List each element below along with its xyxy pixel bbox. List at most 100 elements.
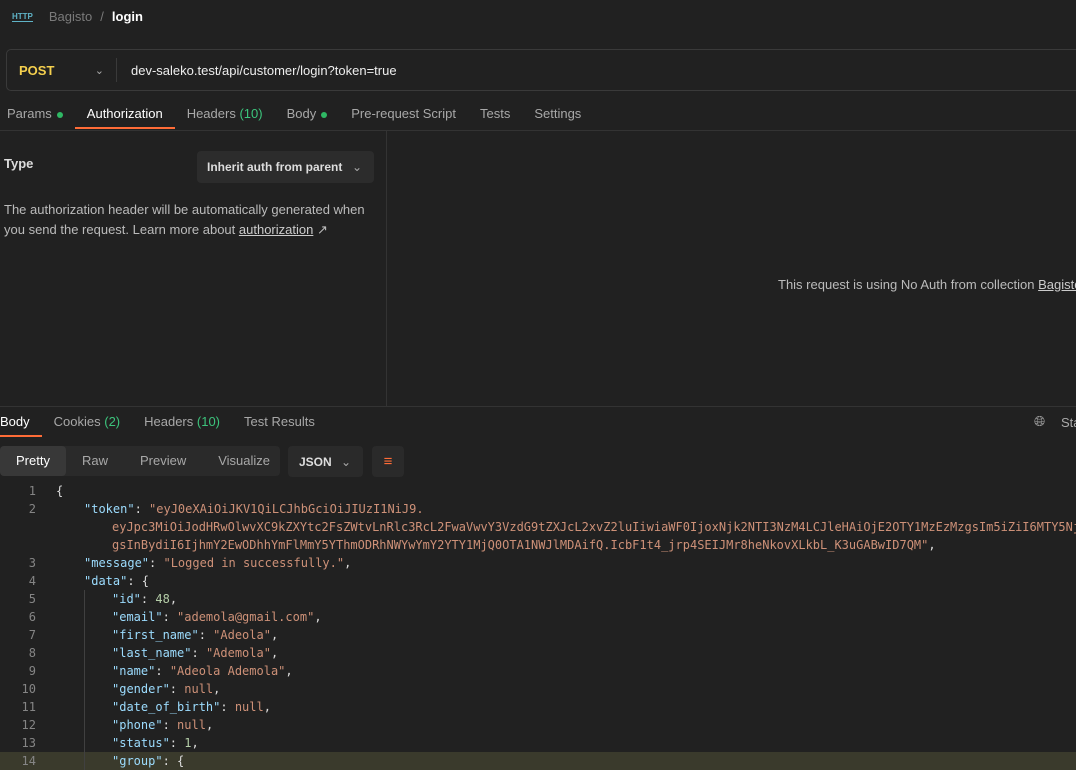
code-token: "Adeola" [213, 628, 271, 642]
method-value: POST [19, 62, 55, 78]
divider [0, 130, 1076, 131]
code-token: "ademola@gmail.com" [177, 610, 315, 624]
tab-headers[interactable]: Headers (10) [132, 407, 232, 437]
code-token: : { [162, 754, 185, 768]
code-token: "message" [84, 556, 150, 570]
indent-guide [84, 644, 85, 662]
code-text: "last_name": "Ademola", [36, 644, 278, 662]
code-text: "group": { [36, 752, 184, 770]
code-line: eyJpc3MiOiJodHRwOlwvXC9kZXYtc2FsZWtvLnRl… [0, 518, 1076, 536]
tab-label: Authorization [86, 106, 163, 121]
code-token: eyJpc3MiOiJodHRwOlwvXC9kZXYtc2FsZWtvLnRl… [112, 520, 1076, 534]
auth-type-select[interactable]: Inherit auth from parent ⌄ [197, 151, 374, 183]
tab-tests[interactable]: Tests [468, 99, 522, 129]
external-link-icon: ↗ [316, 222, 328, 237]
code-token: "last_name" [112, 646, 192, 660]
view-pretty[interactable]: Pretty [0, 446, 66, 476]
code-text: { [36, 482, 63, 500]
tab-settings[interactable]: Settings [522, 99, 593, 129]
line-number: 6 [28, 610, 36, 624]
code-line: 7 "first_name": "Adeola", [0, 626, 1076, 644]
tab-body[interactable]: Body [275, 99, 340, 129]
code-token: "eyJ0eXAiOiJKV1QiLCJhbGciOiJIUzI1NiJ9. [149, 502, 424, 516]
code-token: , [263, 700, 271, 714]
code-token: , [270, 628, 279, 642]
line-number: 13 [21, 736, 36, 750]
tab-test-results[interactable]: Test Results [232, 407, 327, 437]
code-token: "date_of_birth" [112, 700, 221, 714]
view-visualize[interactable]: Visualize [202, 446, 286, 476]
tab-label: Params [7, 106, 52, 121]
url-bar: POST ⌄ dev-saleko.test/api/customer/login… [6, 49, 1076, 91]
view-raw[interactable]: Raw [66, 446, 124, 476]
line-number: 9 [28, 664, 36, 678]
line-number: 2 [28, 502, 36, 516]
format-value: JSON [299, 454, 332, 469]
code-text: eyJpc3MiOiJodHRwOlwvXC9kZXYtc2FsZWtvLnRl… [36, 518, 1076, 536]
code-token: : [155, 664, 170, 678]
tab-authorization[interactable]: Authorization [74, 99, 175, 129]
code-text: "first_name": "Adeola", [36, 626, 278, 644]
line-number: 5 [28, 592, 36, 606]
response-body-editor[interactable]: 1{2 "token": "eyJ0eXAiOiJKV1QiLCJhbGciOiJ… [0, 482, 1076, 770]
code-token: "Adeola Ademola" [169, 664, 286, 678]
globe-icon[interactable]: 🌐︎ [1034, 413, 1045, 430]
code-token: "name" [112, 664, 156, 678]
code-line: 3 "message": "Logged in successfully.", [0, 554, 1076, 572]
tab-label: Settings [534, 106, 582, 121]
code-text: "gender": null, [36, 680, 220, 698]
code-token: : [140, 592, 156, 606]
url-input[interactable]: dev-saleko.test/api/customer/login?token… [117, 63, 397, 78]
code-line: 1{ [0, 482, 1076, 500]
response-tabs: Body Cookies (2) Headers (10) Test Results [0, 407, 327, 437]
code-token: : [169, 682, 185, 696]
code-token: "Logged in successfully." [163, 556, 345, 570]
collection-link[interactable]: Bagisto [1038, 277, 1076, 292]
code-text: "name": "Adeola Ademola", [36, 662, 293, 680]
breadcrumb-separator: / [100, 9, 104, 24]
tab-headers[interactable]: Headers (10) [175, 99, 275, 129]
http-icon: HTTP [12, 11, 33, 22]
line-number: 8 [28, 646, 36, 660]
code-line: 14 "group": { [0, 752, 1076, 770]
code-token: "first_name" [112, 628, 199, 642]
tab-cookies[interactable]: Cookies (2) [42, 407, 132, 437]
auth-description: The authorization header will be automat… [4, 200, 374, 240]
code-token: : [169, 736, 185, 750]
breadcrumb-collection[interactable]: Bagisto [49, 9, 92, 24]
code-text: "status": 1, [36, 734, 199, 752]
code-token: : [191, 646, 206, 660]
code-token: , [169, 592, 178, 606]
status-dot-icon [56, 111, 63, 118]
view-preview[interactable]: Preview [124, 446, 202, 476]
code-text: "data": { [36, 572, 149, 590]
request-name[interactable]: login [112, 9, 143, 24]
code-token: null [177, 718, 206, 732]
code-token: : [162, 718, 178, 732]
code-text: "id": 48, [36, 590, 177, 608]
indent-guide [84, 626, 85, 644]
tab-count: (10) [239, 106, 263, 121]
tab-params[interactable]: Params [0, 99, 75, 129]
tab-label: Cookies [53, 414, 101, 429]
code-text: "email": "ademola@gmail.com", [36, 608, 322, 626]
line-number [0, 518, 36, 536]
code-token: , [314, 610, 322, 624]
auth-type-label: Type [4, 156, 34, 171]
method-select[interactable]: POST ⌄ [7, 58, 117, 82]
tab-label: Body [0, 414, 30, 429]
code-line: 2 "token": "eyJ0eXAiOiJKV1QiLCJhbGciOiJIU… [0, 500, 1076, 518]
code-token: gsInBydiI6IjhmY2EwODhhYmFlMmY5YThmODRhNW… [112, 538, 929, 552]
tab-pre-request-script[interactable]: Pre-request Script [339, 99, 468, 129]
authorization-link[interactable]: authorization [239, 222, 313, 237]
format-select[interactable]: JSON ⌄ [288, 446, 363, 477]
indent-guide [84, 608, 85, 626]
view-mode-tabs: Pretty Raw Preview Visualize [0, 446, 280, 476]
wrap-lines-icon[interactable]: ≡ [372, 446, 404, 477]
tab-label: Test Results [244, 414, 315, 429]
chevron-down-icon: ⌄ [94, 64, 104, 77]
code-line: 13 "status": 1, [0, 734, 1076, 752]
tab-body[interactable]: Body [0, 407, 42, 437]
code-token: : [220, 700, 235, 714]
tab-count: (2) [104, 414, 121, 429]
